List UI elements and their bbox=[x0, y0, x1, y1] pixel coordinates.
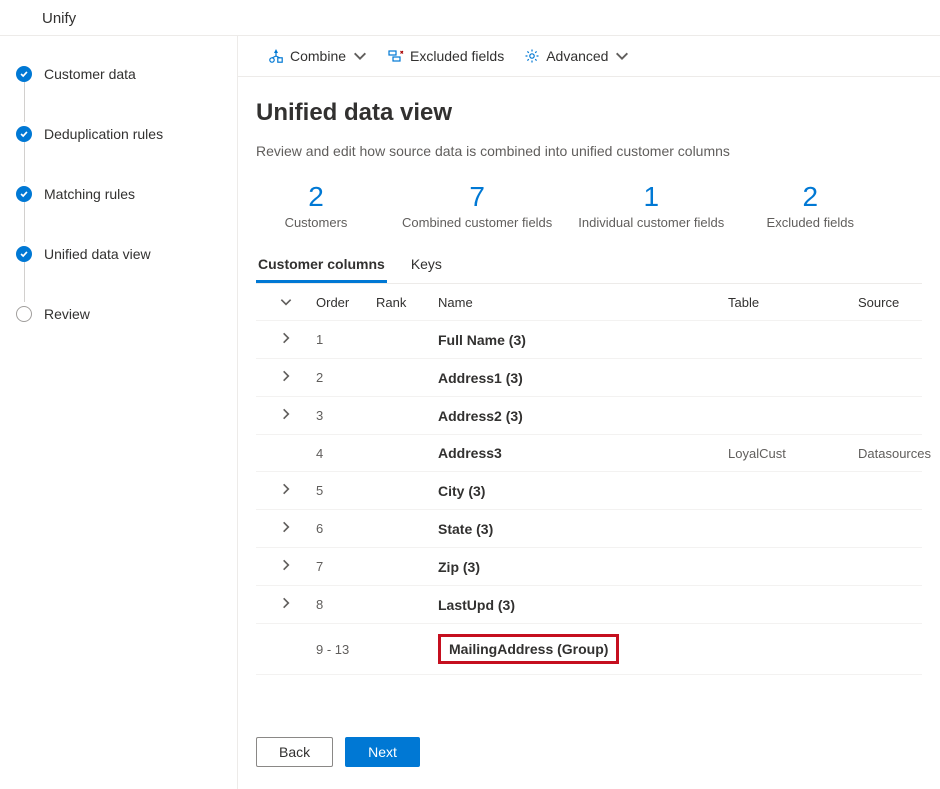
step-label: Customer data bbox=[44, 66, 136, 82]
stat-value: 2 bbox=[750, 181, 870, 213]
cell-table: LoyalCust bbox=[728, 446, 858, 461]
table-row[interactable]: 3 Address2 (3) bbox=[256, 397, 922, 435]
table-row[interactable]: 8 LastUpd (3) bbox=[256, 586, 922, 624]
stat-card: 7 Combined customer fields bbox=[402, 181, 552, 230]
advanced-menu[interactable]: Advanced bbox=[524, 48, 630, 64]
wizard-footer: Back Next bbox=[238, 719, 940, 789]
step-label: Unified data view bbox=[44, 246, 151, 262]
stat-value: 2 bbox=[256, 181, 376, 213]
cell-source: Datasources bbox=[858, 446, 940, 461]
chevron-down-icon bbox=[614, 48, 630, 64]
page-heading: Unified data view bbox=[256, 99, 922, 127]
chevron-right-icon[interactable] bbox=[279, 596, 293, 613]
highlight-box: MailingAddress (Group) bbox=[438, 634, 619, 664]
col-table[interactable]: Table bbox=[728, 295, 858, 310]
step-label: Review bbox=[44, 306, 90, 322]
cell-name: Full Name (3) bbox=[438, 332, 728, 348]
app-title: Unify bbox=[42, 10, 76, 27]
cell-name: State (3) bbox=[438, 521, 728, 537]
step-label: Matching rules bbox=[44, 186, 135, 202]
wizard-step[interactable]: Customer data bbox=[16, 58, 237, 90]
col-source[interactable]: Source bbox=[858, 295, 940, 310]
table-row[interactable]: 6 State (3) bbox=[256, 510, 922, 548]
stat-label: Combined customer fields bbox=[402, 215, 552, 230]
tab[interactable]: Customer columns bbox=[256, 248, 387, 283]
col-name[interactable]: Name bbox=[438, 295, 728, 310]
chevron-right-icon[interactable] bbox=[279, 369, 293, 386]
cell-name: Zip (3) bbox=[438, 559, 728, 575]
cell-order: 9 - 13 bbox=[316, 642, 376, 657]
step-done-icon bbox=[16, 246, 32, 262]
step-done-icon bbox=[16, 66, 32, 82]
stat-label: Individual customer fields bbox=[578, 215, 724, 230]
cell-order: 5 bbox=[316, 483, 376, 498]
wizard-step[interactable]: Deduplication rules bbox=[16, 118, 237, 150]
back-button[interactable]: Back bbox=[256, 737, 333, 767]
chevron-right-icon[interactable] bbox=[279, 558, 293, 575]
next-button[interactable]: Next bbox=[345, 737, 420, 767]
page-title-bar: Unify bbox=[0, 0, 940, 36]
chevron-down-icon[interactable] bbox=[278, 294, 294, 310]
combine-icon bbox=[268, 48, 284, 64]
stat-card: 2 Customers bbox=[256, 181, 376, 230]
cell-order: 2 bbox=[316, 370, 376, 385]
cell-name: Address1 (3) bbox=[438, 370, 728, 386]
wizard-step[interactable]: Matching rules bbox=[16, 178, 237, 210]
stat-card: 2 Excluded fields bbox=[750, 181, 870, 230]
cell-order: 4 bbox=[316, 446, 376, 461]
table-header: Order Rank Name Table Source bbox=[256, 284, 922, 321]
excluded-fields-button[interactable]: Excluded fields bbox=[388, 48, 504, 64]
wizard-sidebar: Customer data Deduplication rules Matching… bbox=[0, 36, 238, 789]
toolbar: Combine Excluded fields Advanced bbox=[238, 36, 940, 77]
cell-name: LastUpd (3) bbox=[438, 597, 728, 613]
stat-label: Excluded fields bbox=[750, 215, 870, 230]
cell-name: MailingAddress (Group) bbox=[438, 634, 728, 664]
chevron-right-icon[interactable] bbox=[279, 520, 293, 537]
excluded-icon bbox=[388, 48, 404, 64]
gear-icon bbox=[524, 48, 540, 64]
chevron-down-icon bbox=[352, 48, 368, 64]
step-pending-icon bbox=[16, 306, 32, 322]
table-row[interactable]: 7 Zip (3) bbox=[256, 548, 922, 586]
table-row[interactable]: 5 City (3) bbox=[256, 472, 922, 510]
table-row[interactable]: 4Address3LoyalCustDatasources bbox=[256, 435, 922, 472]
combine-menu[interactable]: Combine bbox=[268, 48, 368, 64]
table-row[interactable]: 1 Full Name (3) bbox=[256, 321, 922, 359]
cell-order: 1 bbox=[316, 332, 376, 347]
step-label: Deduplication rules bbox=[44, 126, 163, 142]
chevron-right-icon[interactable] bbox=[279, 482, 293, 499]
customer-columns-table: Order Rank Name Table Source 1 Full Name … bbox=[256, 284, 922, 675]
col-order[interactable]: Order bbox=[316, 295, 376, 310]
table-row[interactable]: 9 - 13 MailingAddress (Group) bbox=[256, 624, 922, 675]
wizard-step[interactable]: Review bbox=[16, 298, 237, 330]
cell-order: 6 bbox=[316, 521, 376, 536]
col-rank[interactable]: Rank bbox=[376, 295, 438, 310]
cell-order: 7 bbox=[316, 559, 376, 574]
page-subtitle: Review and edit how source data is combi… bbox=[256, 143, 922, 159]
step-done-icon bbox=[16, 126, 32, 142]
cell-name: City (3) bbox=[438, 483, 728, 499]
cell-name: Address2 (3) bbox=[438, 408, 728, 424]
cell-order: 3 bbox=[316, 408, 376, 423]
tab[interactable]: Keys bbox=[409, 248, 444, 283]
chevron-right-icon[interactable] bbox=[279, 331, 293, 348]
stat-label: Customers bbox=[256, 215, 376, 230]
stat-card: 1 Individual customer fields bbox=[578, 181, 724, 230]
chevron-right-icon[interactable] bbox=[279, 407, 293, 424]
stat-value: 7 bbox=[402, 181, 552, 213]
cell-order: 8 bbox=[316, 597, 376, 612]
wizard-step[interactable]: Unified data view bbox=[16, 238, 237, 270]
stat-value: 1 bbox=[578, 181, 724, 213]
step-done-icon bbox=[16, 186, 32, 202]
cell-name: Address3 bbox=[438, 445, 728, 461]
table-row[interactable]: 2 Address1 (3) bbox=[256, 359, 922, 397]
